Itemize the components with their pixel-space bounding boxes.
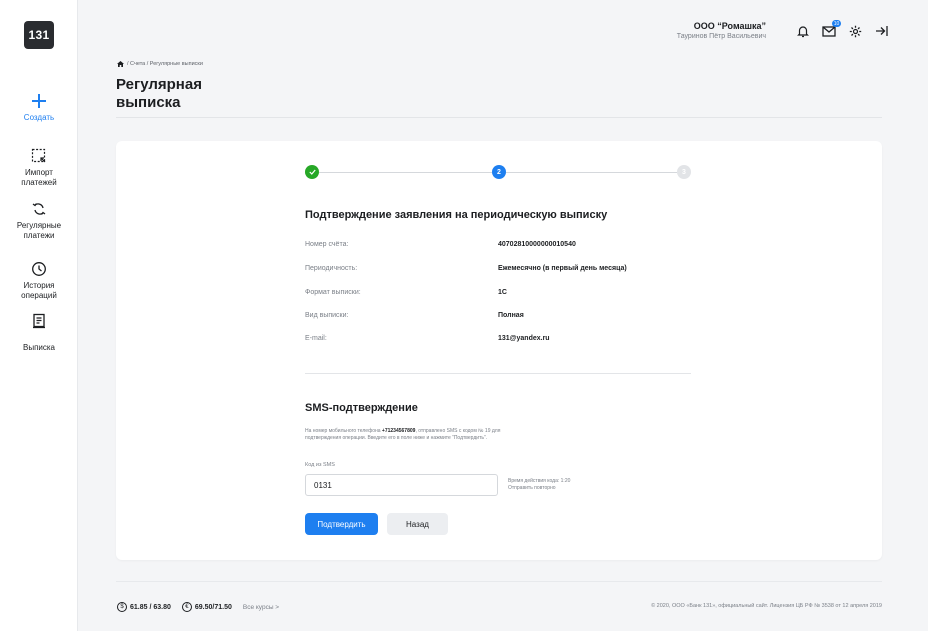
- logout-button[interactable]: [874, 24, 888, 38]
- sidebar-item-label: История операций: [21, 281, 57, 300]
- sidebar-item-label: Выписка: [22, 343, 55, 352]
- step-connector: [319, 172, 492, 173]
- detail-row-type: Вид выписки: Полная: [305, 312, 705, 324]
- breadcrumb: / Счета / Регулярные выписки: [117, 61, 203, 67]
- sidebar-item-label: Регулярные платежи: [16, 221, 62, 240]
- sidebar-item-import[interactable]: Импорт платежей: [0, 148, 78, 188]
- settings-button[interactable]: [848, 24, 862, 38]
- sidebar-item-label: Создать: [23, 113, 55, 122]
- detail-label: Периодичность:: [305, 265, 358, 272]
- sidebar-item-create[interactable]: Создать: [0, 93, 78, 123]
- usd-rate: $ 61.85 / 63.80: [117, 602, 171, 612]
- sidebar-item-statement[interactable]: Выписка: [0, 313, 78, 353]
- sidebar-item-history[interactable]: История операций: [0, 261, 78, 301]
- currency-rates: $ 61.85 / 63.80 € 69.50/71.50 Все курсы …: [117, 602, 279, 612]
- usd-rate-value: 61.85 / 63.80: [130, 603, 171, 611]
- step-connector: [506, 172, 677, 173]
- confirm-title: Подтверждение заявления на периодическую…: [305, 209, 608, 221]
- detail-row-periodicity: Периодичность: Ежемесячно (в первый день…: [305, 265, 705, 277]
- repeat-icon: [32, 203, 46, 215]
- sms-title: SMS-подтверждение: [305, 402, 418, 414]
- mail-icon: [822, 25, 836, 37]
- step-3-pending: 3: [677, 165, 691, 179]
- company-name: ООО “Ромашка”: [693, 21, 766, 31]
- clock-icon: [32, 262, 46, 276]
- check-icon: [308, 169, 316, 175]
- detail-value: 131@yandex.ru: [498, 335, 550, 342]
- eur-rate-value: 69.50/71.50: [194, 603, 232, 611]
- sms-phone: +71234567809: [381, 428, 416, 434]
- user-name: Тауринов Пётр Васильевич: [676, 33, 766, 40]
- sms-description: На номер мобильного телефона +7123456780…: [305, 428, 513, 441]
- confirmation-card: 2 3 Подтверждение заявления на периодиче…: [116, 141, 882, 560]
- detail-label: E-mail:: [305, 335, 327, 342]
- page-title: Регулярная выписка: [116, 76, 202, 111]
- logout-icon: [875, 26, 888, 36]
- home-icon[interactable]: [117, 61, 124, 67]
- confirm-button[interactable]: Подтвердить: [305, 513, 378, 535]
- header-toolbar: ООО “Ромашка” Тауринов Пётр Васильевич 1…: [677, 20, 888, 41]
- dollar-icon: $: [117, 602, 127, 612]
- detail-row-account: Номер счёта: 40702810000000010540: [305, 241, 705, 253]
- logo[interactable]: 131: [24, 21, 54, 49]
- detail-label: Номер счёта:: [305, 241, 349, 248]
- step-1-done: [305, 165, 319, 179]
- detail-value: 40702810000000010540: [498, 241, 576, 248]
- code-validity: Время действия кода: 1:20: [508, 478, 571, 484]
- divider: [116, 117, 882, 118]
- euro-icon: €: [181, 602, 192, 612]
- step-2-active: 2: [492, 165, 506, 179]
- company-info[interactable]: ООО “Ромашка” Тауринов Пётр Васильевич: [677, 21, 766, 41]
- import-icon: [31, 148, 46, 163]
- code-label: Код из SMS: [305, 462, 335, 468]
- breadcrumb-path[interactable]: / Счета / Регулярные выписки: [127, 61, 203, 67]
- plus-icon: [32, 94, 46, 108]
- notifications-button[interactable]: [796, 24, 810, 38]
- mail-badge: 10: [832, 20, 841, 27]
- divider: [305, 373, 691, 374]
- detail-label: Вид выписки:: [305, 312, 349, 319]
- all-rates-link[interactable]: Все курсы >: [243, 604, 279, 611]
- detail-value: Полная: [498, 312, 524, 319]
- detail-row-email: E-mail: 131@yandex.ru: [305, 335, 705, 347]
- gear-icon: [849, 25, 861, 37]
- divider: [116, 581, 882, 582]
- detail-value: 1С: [498, 289, 507, 296]
- sms-code-input[interactable]: [305, 474, 498, 496]
- document-icon: [33, 313, 45, 329]
- detail-row-format: Формат выписки: 1С: [305, 289, 705, 301]
- sidebar-item-regular-payments[interactable]: Регулярные платежи: [0, 201, 78, 241]
- code-hint: Время действия кода: 1:20 Отправить повт…: [508, 478, 570, 491]
- detail-value: Ежемесячно (в первый день месяца): [498, 265, 627, 272]
- sms-desc-text: На номер мобильного телефона: [305, 428, 382, 434]
- messages-button[interactable]: 10: [822, 20, 841, 38]
- eur-rate: € 69.50/71.50: [181, 602, 232, 612]
- sidebar-item-label: Импорт платежей: [21, 168, 57, 187]
- copyright: © 2020, ООО «Банк 131», официальный сайт…: [651, 603, 882, 609]
- back-button[interactable]: Назад: [387, 513, 448, 535]
- bell-icon: [797, 25, 809, 37]
- resend-code-link[interactable]: Отправить повторно: [508, 485, 570, 492]
- stepper: 2 3: [305, 165, 695, 179]
- sidebar: 131 Создать Импорт платежей Регулярные п…: [0, 0, 78, 631]
- detail-label: Формат выписки:: [305, 289, 361, 296]
